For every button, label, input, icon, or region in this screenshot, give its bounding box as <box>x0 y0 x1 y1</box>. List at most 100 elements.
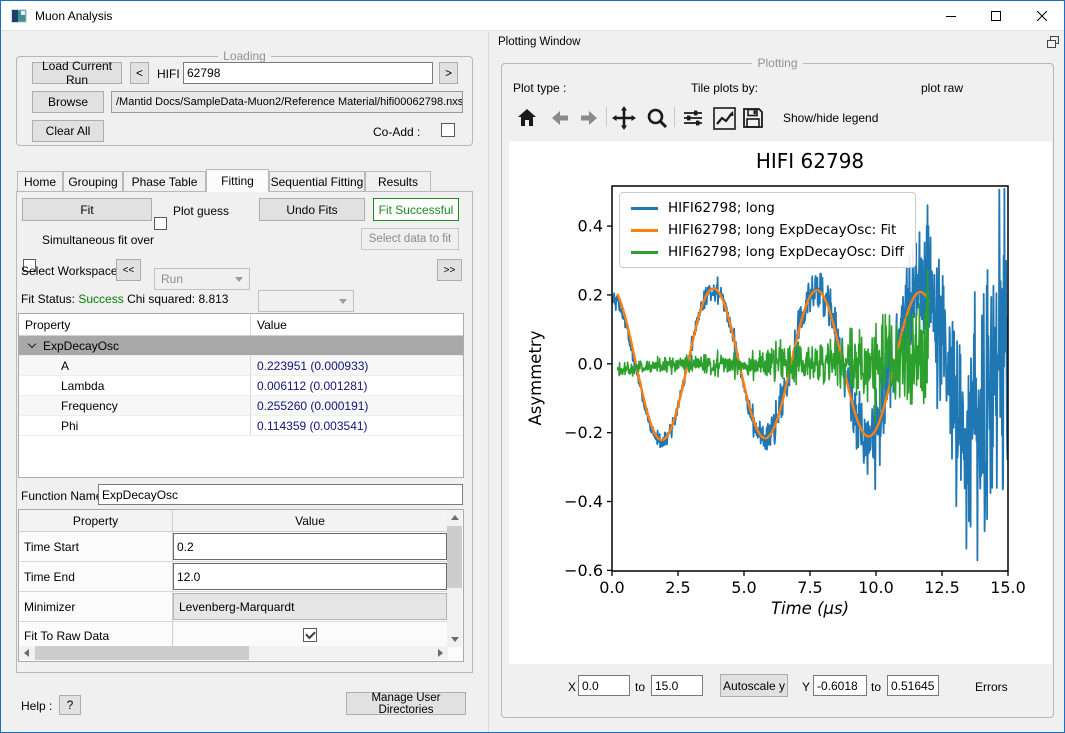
svg-text:10.0: 10.0 <box>858 578 894 597</box>
select-data-button: Select data to fit <box>361 228 459 250</box>
window-title: Muon Analysis <box>35 9 112 23</box>
function-name-input[interactable] <box>98 484 463 505</box>
dock-header: Plotting Window <box>489 32 1065 52</box>
manage-user-directories-button[interactable]: Manage User Directories <box>346 692 466 715</box>
workspace-prev-button[interactable]: << <box>116 259 141 281</box>
fit-to-raw-checkbox[interactable] <box>303 628 317 642</box>
scroll-up-icon[interactable] <box>451 515 459 520</box>
param-table-header: Property Value <box>19 314 463 336</box>
browse-button[interactable]: Browse <box>32 91 104 113</box>
tab-home[interactable]: Home <box>17 171 63 191</box>
horizontal-scrollbar[interactable] <box>19 646 448 660</box>
fit-status-text: Fit Status: Success Chi squared: 8.813 <box>21 292 228 306</box>
back-button[interactable] <box>545 105 573 131</box>
sliders-icon <box>682 107 704 129</box>
minimizer-combo[interactable]: Levenberg-Marquardt <box>173 593 447 620</box>
x-axis-label: Time (μs) <box>710 599 910 618</box>
maximize-button[interactable] <box>973 1 1018 30</box>
float-window-icon[interactable] <box>1047 36 1059 48</box>
close-button[interactable] <box>1019 1 1064 30</box>
svg-text:0.2: 0.2 <box>578 285 603 304</box>
run-combo: Run <box>154 268 250 290</box>
save-button[interactable] <box>739 105 767 131</box>
app-icon <box>11 8 27 24</box>
chevron-expanded-icon <box>28 340 36 348</box>
settings-row-minimizer: Minimizer Levenberg-Marquardt <box>19 592 448 622</box>
x-max-input[interactable] <box>651 675 703 696</box>
zoom-button[interactable] <box>643 105 671 131</box>
param-row-frequency[interactable]: Frequency 0.255260 (0.000191) <box>19 396 463 416</box>
home-button[interactable] <box>513 105 541 131</box>
title-bar: Muon Analysis <box>1 1 1064 31</box>
param-row-phi[interactable]: Phi 0.114359 (0.003541) <box>19 416 463 436</box>
pan-icon <box>612 106 636 130</box>
settings-table-header: Property Value <box>19 510 448 532</box>
help-label: Help : <box>21 699 52 713</box>
instrument-label: HIFI <box>157 67 180 81</box>
toolbar-separator <box>606 107 607 127</box>
forward-button[interactable] <box>576 105 604 131</box>
figure: 0.02.55.07.510.012.515.00.40.20.0−0.2−0.… <box>509 141 1052 664</box>
configure-subplots-button[interactable] <box>679 105 707 131</box>
loading-group-label: Loading <box>218 49 271 63</box>
to-label: to <box>635 680 645 694</box>
increment-run-button[interactable]: > <box>439 62 458 84</box>
load-current-run-button[interactable]: Load Current Run <box>32 62 122 84</box>
line-options-button[interactable] <box>710 105 738 131</box>
plot-raw-label: plot raw <box>921 81 963 95</box>
coadd-checkbox[interactable] <box>441 123 455 137</box>
settings-table: Property Value Time Start Time End Minim… <box>18 509 464 662</box>
y-max-input[interactable] <box>887 675 939 696</box>
decrement-run-button[interactable]: < <box>130 62 149 84</box>
scroll-down-icon[interactable] <box>451 637 459 642</box>
save-icon <box>742 107 764 129</box>
scroll-right-icon[interactable] <box>438 649 443 657</box>
run-number-input[interactable] <box>183 62 433 84</box>
svg-text:−0.6: −0.6 <box>564 561 603 580</box>
help-button[interactable]: ? <box>59 695 81 715</box>
clear-all-button[interactable]: Clear All <box>32 120 104 142</box>
param-row-a[interactable]: A 0.223951 (0.000933) <box>19 356 463 376</box>
time-end-input[interactable] <box>173 563 447 590</box>
line-chart-icon <box>713 107 736 130</box>
tab-grouping[interactable]: Grouping <box>63 171 123 191</box>
param-row-lambda[interactable]: Lambda 0.006112 (0.001281) <box>19 376 463 396</box>
fit-button[interactable]: Fit <box>22 198 152 221</box>
plot-guess-checkbox[interactable] <box>154 217 167 230</box>
workspace-next-button[interactable]: >> <box>437 259 462 281</box>
vertical-scrollbar[interactable] <box>447 510 462 647</box>
tab-fitting[interactable]: Fitting <box>206 169 269 192</box>
panel-divider <box>488 32 489 733</box>
coadd-label: Co-Add : <box>373 125 420 139</box>
tab-phase-table[interactable]: Phase Table <box>123 171 206 191</box>
tab-sequential-fitting[interactable]: Sequential Fitting <box>269 171 365 191</box>
to-label: to <box>871 680 881 694</box>
back-arrow-icon <box>548 107 570 129</box>
scroll-left-icon[interactable] <box>24 649 29 657</box>
chevron-down-icon <box>235 277 243 282</box>
svg-text:0.0: 0.0 <box>578 354 603 373</box>
svg-text:0.4: 0.4 <box>578 217 603 236</box>
plot-type-label: Plot type : <box>513 81 566 95</box>
minimize-button[interactable] <box>928 1 973 30</box>
svg-text:12.5: 12.5 <box>924 578 960 597</box>
undo-fits-button[interactable]: Undo Fits <box>259 198 365 221</box>
tab-results[interactable]: Results <box>365 171 431 191</box>
fit-status-success: Success <box>78 292 123 306</box>
legend-entry-diff: HIFI62798; long ExpDecayOsc: Diff <box>631 244 904 260</box>
svg-text:−0.4: −0.4 <box>564 492 603 511</box>
muon-analysis-window: Muon Analysis Loading Load Current Run <… <box>0 0 1065 733</box>
file-path-field: /Mantid Docs/SampleData-Muon2/Reference … <box>111 91 463 113</box>
legend-line-orange <box>631 229 658 232</box>
autoscale-y-button[interactable]: Autoscale y <box>720 674 788 697</box>
pan-button[interactable] <box>610 105 638 131</box>
show-hide-legend-button[interactable]: Show/hide legend <box>783 111 878 125</box>
x-min-input[interactable] <box>578 675 630 696</box>
simultaneous-fit-label: Simultaneous fit over <box>42 233 154 247</box>
svg-text:7.5: 7.5 <box>797 578 822 597</box>
svg-text:15.0: 15.0 <box>990 578 1026 597</box>
time-start-input[interactable] <box>173 533 447 560</box>
expdecayosc-group-row[interactable]: ExpDecayOsc <box>19 336 463 356</box>
y-min-input[interactable] <box>813 675 867 696</box>
forward-arrow-icon <box>579 107 601 129</box>
